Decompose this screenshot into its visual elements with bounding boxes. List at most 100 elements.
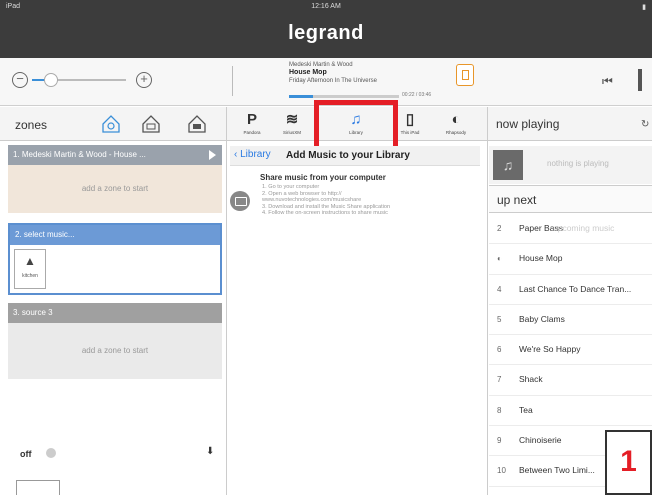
brand-logo: legrand — [288, 22, 364, 44]
step-text: 4. Follow the on-screen instructions to … — [262, 210, 388, 216]
transport-bar: − + Medeski Martin & Wood House Mop Frid… — [0, 58, 652, 106]
queue-number: 5 — [497, 314, 502, 324]
volume-up-button[interactable]: + — [136, 72, 152, 88]
play-icon[interactable] — [209, 150, 216, 160]
zone-hint: add a zone to start — [81, 346, 149, 355]
track-artist: Medeski Martin & Wood — [289, 62, 353, 68]
back-label: Library — [240, 149, 271, 160]
zones-pane: 1. Medeski Martin & Wood - House ... add… — [8, 145, 222, 379]
zone-title: 1. Medeski Martin & Wood - House ... — [13, 150, 146, 159]
source-rhapsody[interactable]: ◐ Rhapsody — [436, 110, 476, 140]
zone-body[interactable]: add a zone to start — [8, 165, 222, 213]
divider — [487, 107, 488, 141]
album-art-icon: ♫ — [493, 150, 523, 180]
queue-number: 7 — [497, 375, 502, 385]
room-label: kitchen — [22, 273, 38, 279]
now-playing-header: now playing — [496, 117, 560, 131]
queue-title: Shack — [519, 374, 543, 385]
track-title: House Mop — [289, 69, 327, 76]
off-label: off — [20, 449, 32, 459]
queue-number: 2 — [497, 224, 502, 233]
now-playing-empty: nothing is playing — [547, 159, 609, 168]
queue-item[interactable]: 4 Last Chance To Dance Tran... — [489, 275, 652, 305]
volume-knob[interactable] — [43, 73, 58, 87]
divider — [226, 141, 227, 495]
divider — [232, 66, 233, 96]
previous-track-button[interactable]: ⏮ — [602, 74, 613, 89]
power-home-icon[interactable] — [100, 113, 122, 135]
queue-number: ◐ — [497, 254, 502, 264]
track-album: Friday Afternoon In The Universe — [289, 78, 377, 84]
title-bar: iPad 12:16 AM ▮ legrand — [0, 0, 652, 58]
upcoming-hint: upcoming music — [553, 223, 615, 233]
zone-title: 3. source 3 — [13, 308, 53, 317]
queue-title: We're So Happy — [519, 344, 581, 355]
source-pandora[interactable]: P Pandora — [232, 110, 272, 140]
up-next-label: up next — [497, 193, 537, 207]
off-toggle[interactable] — [46, 448, 56, 458]
callout-badge: 1 — [605, 430, 652, 495]
siriusxm-icon: ≋ — [285, 111, 299, 128]
queue-title: Baby Clams — [519, 313, 565, 324]
share-steps: 1. Go to your computer 2. Open a web bro… — [262, 184, 472, 217]
volume-slider[interactable] — [32, 73, 126, 87]
queue-title: Between Two Limi... — [519, 465, 595, 476]
queue-title: Last Chance To Dance Tran... — [519, 283, 632, 294]
source-siriusxm[interactable]: ≋ SiriusXM — [272, 110, 312, 140]
zone-hint: add a zone to start — [81, 184, 149, 193]
library-header: ‹ Library Add Music to your Library — [230, 146, 480, 166]
rhapsody-icon: ◐ — [451, 111, 461, 128]
source-label: Rhapsody — [445, 130, 467, 135]
queue-item[interactable]: 7 Shack — [489, 365, 652, 396]
queue-number: 9 — [497, 436, 502, 446]
source-label: Pandora — [243, 130, 261, 135]
zone-header[interactable]: 1. Medeski Martin & Wood - House ... — [8, 145, 222, 165]
room-tile-kitchen[interactable]: ▲ kitchen — [14, 249, 46, 289]
repeat-icon[interactable]: ↻ — [641, 119, 649, 130]
zone-item[interactable]: 1. Medeski Martin & Wood - House ... add… — [8, 145, 222, 213]
all-off-row: off ⬇ — [8, 438, 222, 466]
now-playing-box: ♫ nothing is playing — [489, 146, 652, 184]
tv-home-icon[interactable] — [186, 113, 208, 135]
queue-item[interactable]: 5 Baby Clams — [489, 305, 652, 336]
up-next-header: up next — [489, 185, 652, 213]
zone-item[interactable]: 3. source 3 add a zone to start — [8, 303, 222, 379]
divider — [487, 141, 488, 495]
pause-button[interactable] — [638, 69, 642, 91]
source-label: SiriusXM — [282, 130, 301, 135]
queue-title: Tea — [519, 404, 533, 415]
now-playing-meta: Medeski Martin & Wood House Mop Friday A… — [289, 61, 429, 85]
track-progress-fill — [289, 95, 314, 98]
volume-down-button[interactable]: − — [12, 72, 28, 88]
zone-item-selected[interactable]: 2. select music... ▲ kitchen — [8, 223, 222, 295]
speaker-icon: ▲ — [24, 254, 36, 268]
zone-header[interactable]: 3. source 3 — [8, 303, 222, 323]
computer-icon — [230, 191, 250, 211]
track-time: 00:22 / 03:46 — [402, 92, 432, 98]
status-time: 12:16 AM — [311, 3, 341, 10]
callout-number: 1 — [620, 445, 637, 478]
zone-header[interactable]: 2. select music... — [10, 225, 220, 245]
zone-title: 2. select music... — [15, 230, 75, 239]
zone-body: ▲ kitchen — [10, 245, 220, 293]
track-progress[interactable] — [289, 95, 399, 98]
queue-item[interactable]: 8 Tea — [489, 396, 652, 427]
queue-number: 4 — [497, 284, 502, 294]
queue-number: 10 — [497, 466, 506, 476]
zone-body[interactable]: add a zone to start — [8, 323, 222, 379]
share-heading: Share music from your computer — [260, 173, 386, 182]
library-title: Add Music to your Library — [286, 150, 410, 161]
queue-number: 8 — [497, 405, 502, 415]
settings-tab[interactable] — [16, 480, 60, 495]
speaker-home-icon[interactable] — [140, 113, 162, 135]
arrow-down-icon[interactable]: ⬇ — [206, 446, 214, 457]
back-button[interactable]: ‹ Library — [234, 149, 271, 160]
battery-icon: ▮ — [642, 4, 646, 11]
queue-title: Chinoiserie — [519, 435, 562, 446]
queue-item[interactable]: 6 We're So Happy — [489, 335, 652, 366]
device-icon[interactable] — [456, 64, 474, 86]
queue-item[interactable]: ◐ House Mop — [489, 244, 652, 275]
queue-title: House Mop — [519, 253, 563, 264]
library-highlight — [314, 100, 398, 151]
queue-number: 6 — [497, 345, 502, 355]
